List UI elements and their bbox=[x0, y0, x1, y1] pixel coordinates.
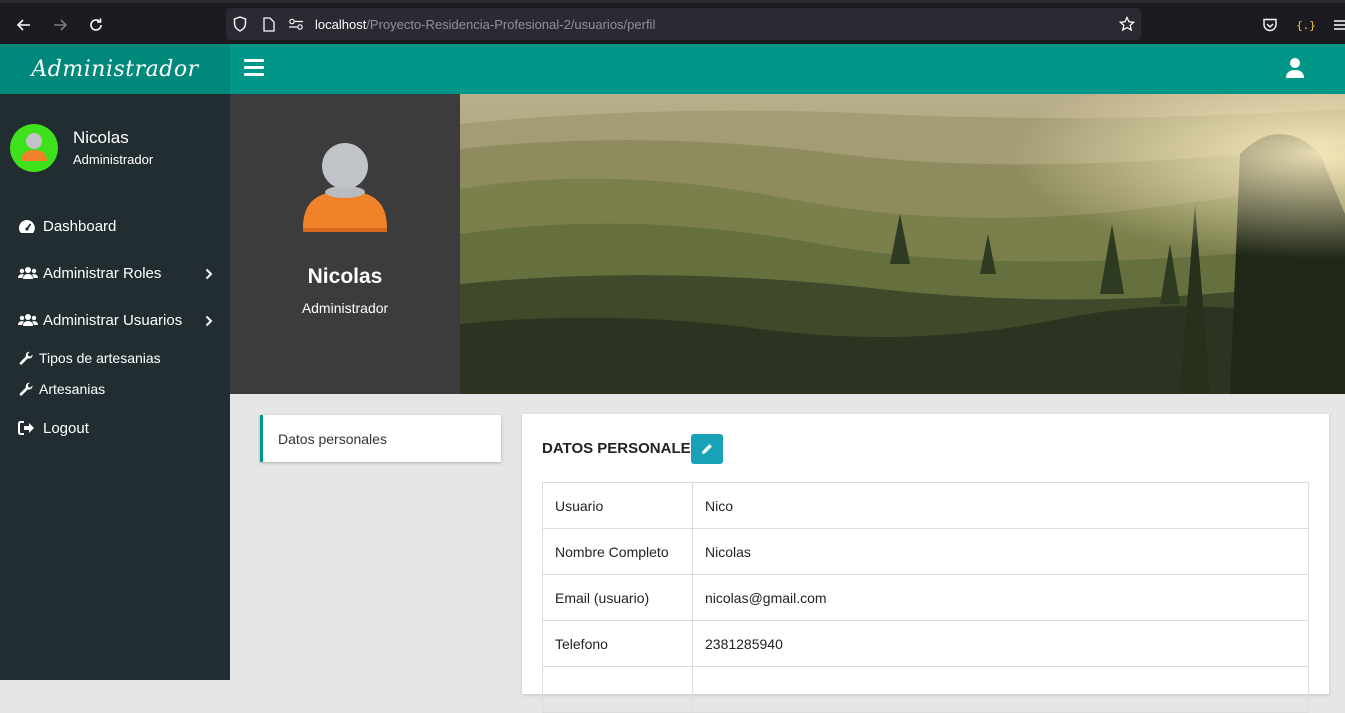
user-menu-icon[interactable] bbox=[1285, 57, 1307, 81]
cover-image bbox=[460, 94, 1345, 394]
sidebar-item-label: Artesanias bbox=[39, 381, 106, 397]
table-row: Email (usuario) nicolas@gmail.com bbox=[542, 574, 1309, 621]
users-icon bbox=[18, 312, 38, 328]
row-key: Telefono bbox=[542, 620, 693, 667]
table-row bbox=[542, 666, 1309, 713]
chevron-right-icon bbox=[205, 314, 215, 327]
row-value: Nicolas bbox=[692, 528, 1309, 575]
url-host: localhost bbox=[315, 17, 367, 32]
sidebar-item-crafts[interactable]: Artesanias bbox=[0, 379, 230, 399]
sidebar-item-users[interactable]: Administrar Usuarios bbox=[0, 309, 230, 331]
sidebar-item-roles[interactable]: Administrar Roles bbox=[0, 262, 230, 284]
profile-name: Nicolas bbox=[307, 265, 383, 288]
profile-role: Administrador bbox=[301, 300, 389, 316]
back-arrow-icon bbox=[16, 19, 30, 31]
personal-data-panel: DATOS PERSONALES Usuario Nico Nombre Com… bbox=[522, 414, 1329, 713]
row-value: Nico bbox=[692, 482, 1309, 529]
menu-icon[interactable] bbox=[1334, 18, 1345, 32]
row-key: Usuario bbox=[542, 482, 693, 529]
bookmark-star-icon[interactable] bbox=[1119, 16, 1135, 32]
chevron-right-icon bbox=[205, 267, 215, 280]
sidebar-item-logout[interactable]: Logout bbox=[0, 417, 230, 439]
reload-icon bbox=[90, 18, 102, 31]
row-key: Nombre Completo bbox=[542, 528, 693, 575]
address-bar[interactable]: localhost/Proyecto-Residencia-Profesiona… bbox=[226, 8, 1141, 40]
forward-button[interactable] bbox=[46, 11, 74, 39]
url-text: localhost/Proyecto-Residencia-Profesiona… bbox=[315, 17, 655, 32]
brand-text: Administrador bbox=[31, 56, 199, 82]
page-icon bbox=[262, 16, 276, 32]
brand-logo[interactable]: Administrador bbox=[0, 44, 230, 94]
wrench-icon bbox=[19, 381, 39, 397]
sidebar-item-label: Logout bbox=[43, 419, 89, 437]
row-key bbox=[542, 666, 693, 713]
sidebar-toggle-icon[interactable] bbox=[244, 59, 264, 79]
avatar bbox=[10, 124, 58, 172]
users-icon bbox=[18, 265, 38, 281]
table-row: Nombre Completo Nicolas bbox=[542, 528, 1309, 575]
personal-data-table: Usuario Nico Nombre Completo Nicolas Ema… bbox=[542, 482, 1309, 713]
row-value: 2381285940 bbox=[692, 620, 1309, 667]
sidebar: Nicolas Administrador Dashboard Administ… bbox=[0, 94, 230, 680]
profile-avatar bbox=[303, 142, 387, 237]
wrench-icon bbox=[19, 350, 39, 366]
row-key: Email (usuario) bbox=[542, 574, 693, 621]
tab-personal-data[interactable]: Datos personales bbox=[260, 415, 501, 462]
top-navbar bbox=[230, 44, 1345, 94]
row-value: nicolas@gmail.com bbox=[692, 574, 1309, 621]
json-extension-icon[interactable]: {.} bbox=[1296, 16, 1316, 34]
sidebar-user-role: Administrador bbox=[73, 152, 154, 167]
url-path: /Proyecto-Residencia-Profesional-2/usuar… bbox=[366, 17, 656, 32]
pocket-icon[interactable] bbox=[1262, 17, 1278, 33]
logout-icon bbox=[18, 420, 38, 436]
sidebar-item-label: Dashboard bbox=[43, 217, 117, 235]
tab-label: Datos personales bbox=[278, 430, 387, 447]
table-row: Telefono 2381285940 bbox=[542, 620, 1309, 667]
panel-title: DATOS PERSONALES bbox=[542, 440, 701, 457]
shield-icon[interactable] bbox=[232, 16, 248, 32]
sidebar-item-label: Administrar Usuarios bbox=[43, 311, 183, 329]
permissions-icon[interactable] bbox=[288, 17, 304, 31]
edit-button[interactable] bbox=[691, 434, 723, 464]
profile-card: Nicolas Administrador bbox=[230, 94, 460, 394]
sidebar-item-label: Administrar Roles bbox=[43, 264, 162, 282]
forward-arrow-icon bbox=[54, 19, 68, 31]
reload-button[interactable] bbox=[82, 11, 110, 39]
sidebar-item-label: Tipos de artesanias bbox=[39, 350, 161, 366]
sidebar-user-name: Nicolas bbox=[73, 128, 129, 147]
pencil-icon bbox=[702, 444, 712, 454]
back-button[interactable] bbox=[10, 11, 38, 39]
table-row: Usuario Nico bbox=[542, 482, 1309, 529]
dashboard-icon bbox=[18, 218, 38, 234]
sidebar-item-dashboard[interactable]: Dashboard bbox=[0, 215, 230, 237]
browser-toolbar: localhost/Proyecto-Residencia-Profesiona… bbox=[0, 0, 1345, 44]
sidebar-item-craft-types[interactable]: Tipos de artesanias bbox=[0, 348, 230, 368]
row-value bbox=[692, 666, 1309, 713]
